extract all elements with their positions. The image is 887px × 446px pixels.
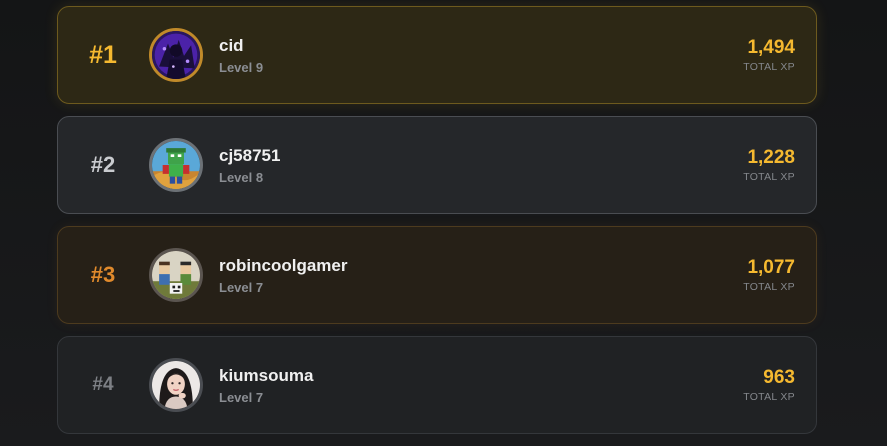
total-xp-label: TOTAL XP (743, 171, 795, 183)
total-xp-label: TOTAL XP (743, 281, 795, 293)
green-blocky-character-avatar-image (152, 141, 200, 189)
user-level: Level 7 (219, 279, 264, 295)
username[interactable]: kiumsouma (219, 366, 313, 386)
blocky-game-characters-avatar-image (152, 251, 200, 299)
total-xp-value: 1,494 (747, 37, 795, 58)
username[interactable]: cj58751 (219, 146, 280, 166)
user-info: cj58751 Level 8 (219, 146, 280, 185)
username[interactable]: robincoolgamer (219, 256, 347, 276)
total-xp-value: 1,228 (747, 147, 795, 168)
xp-block: 963 TOTAL XP (743, 367, 795, 403)
total-xp-label: TOTAL XP (743, 391, 795, 403)
user-info: robincoolgamer Level 7 (219, 256, 347, 295)
leaderboard: #1 cid Level 9 1,494 TOTAL XP #2 cj58751… (57, 6, 817, 446)
user-info: cid Level 9 (219, 36, 263, 75)
rank-number: #1 (89, 40, 117, 69)
leaderboard-row-4[interactable]: #4 kiumsouma Level 7 963 TOTAL XP (57, 336, 817, 434)
user-info: kiumsouma Level 7 (219, 366, 313, 405)
rank-number: #4 (92, 374, 114, 395)
username[interactable]: cid (219, 36, 263, 56)
user-avatar[interactable] (149, 358, 203, 412)
portrait-photo-avatar-image (152, 361, 200, 409)
rank-number: #3 (90, 262, 116, 287)
purple-character-avatar-image (152, 31, 200, 79)
user-level: Level 7 (219, 389, 264, 405)
xp-block: 1,494 TOTAL XP (743, 37, 795, 73)
rank-number: #2 (90, 152, 116, 177)
xp-block: 1,228 TOTAL XP (743, 147, 795, 183)
user-avatar[interactable] (149, 248, 203, 302)
user-avatar[interactable] (149, 28, 203, 82)
user-avatar[interactable] (149, 138, 203, 192)
user-level: Level 8 (219, 169, 264, 185)
total-xp-value: 1,077 (747, 257, 795, 278)
total-xp-value: 963 (763, 367, 795, 388)
leaderboard-row-2[interactable]: #2 cj58751 Level 8 1,228 TOTAL XP (57, 116, 817, 214)
total-xp-label: TOTAL XP (743, 61, 795, 73)
user-level: Level 9 (219, 59, 264, 75)
leaderboard-row-3[interactable]: #3 robincoolgamer Level 7 1,077 TOTAL XP (57, 226, 817, 324)
xp-block: 1,077 TOTAL XP (743, 257, 795, 293)
leaderboard-row-1[interactable]: #1 cid Level 9 1,494 TOTAL XP (57, 6, 817, 104)
